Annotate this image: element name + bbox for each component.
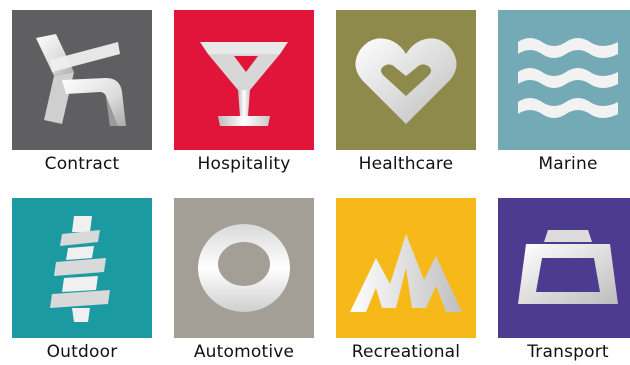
category-tile-background: [336, 10, 476, 150]
category-grid: Contract Hospitality Healthcare Marine O…: [0, 0, 630, 365]
category-tile-background: [12, 198, 152, 338]
category-tile-background: [174, 198, 314, 338]
category-tile-marine[interactable]: Marine: [498, 10, 630, 174]
tree-ribbon-icon: [22, 208, 142, 328]
category-tile-automotive[interactable]: Automotive: [174, 198, 314, 362]
category-tile-healthcare[interactable]: Healthcare: [336, 10, 476, 174]
bag-icon: [508, 208, 628, 328]
category-tile-background: [498, 198, 630, 338]
category-tile-transport[interactable]: Transport: [498, 198, 630, 362]
mountains-icon: [346, 208, 466, 328]
category-label: Contract: [44, 154, 120, 174]
category-tile-outdoor[interactable]: Outdoor: [12, 198, 152, 362]
category-label: Automotive: [193, 342, 295, 362]
ring-icon: [184, 208, 304, 328]
category-label: Healthcare: [358, 154, 454, 174]
category-label: Hospitality: [197, 154, 291, 174]
category-label: Transport: [527, 342, 609, 362]
category-label: Marine: [538, 154, 598, 174]
category-tile-background: [12, 10, 152, 150]
cocktail-glass-icon: [184, 20, 304, 140]
category-tile-recreational[interactable]: Recreational: [336, 198, 476, 362]
category-tile-background: [174, 10, 314, 150]
waves-icon: [508, 20, 628, 140]
category-label: Outdoor: [46, 342, 118, 362]
chair-ribbon-icon: [22, 20, 142, 140]
category-tile-background: [498, 10, 630, 150]
heart-icon: [346, 20, 466, 140]
category-label: Recreational: [351, 342, 461, 362]
category-tile-hospitality[interactable]: Hospitality: [174, 10, 314, 174]
category-tile-contract[interactable]: Contract: [12, 10, 152, 174]
category-tile-background: [336, 198, 476, 338]
